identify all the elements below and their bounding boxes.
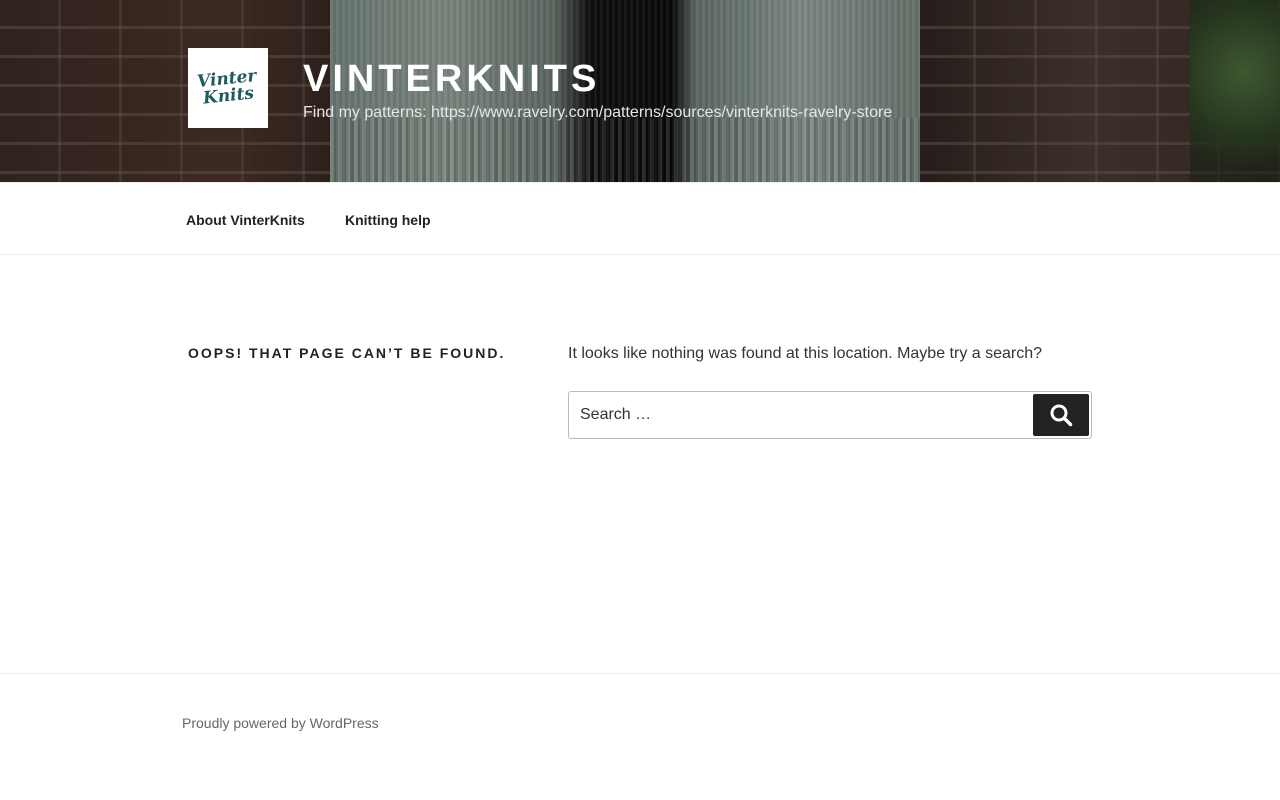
footer-credit-link[interactable]: Proudly powered by WordPress <box>182 714 379 732</box>
nav-item-about[interactable]: About VinterKnits <box>186 210 305 230</box>
site-header: Vinter Knits VINTERKNITS Find my pattern… <box>0 0 1280 182</box>
nav-item-knitting-help[interactable]: Knitting help <box>345 210 431 230</box>
page-title: OOPS! THAT PAGE CAN’T BE FOUND. <box>188 345 506 361</box>
not-found-message: It looks like nothing was found at this … <box>568 345 1043 362</box>
site-footer: Proudly powered by WordPress <box>0 673 1280 800</box>
main-navigation: About VinterKnits Knitting help <box>0 182 1280 255</box>
search-icon <box>1050 404 1073 427</box>
site-description: Find my patterns: https://www.ravelry.co… <box>303 104 893 121</box>
logo-line-2: Knits <box>202 83 256 109</box>
search-form <box>568 391 1092 439</box>
site-title[interactable]: VINTERKNITS <box>303 56 600 102</box>
logo-text: Vinter Knits <box>197 66 260 109</box>
site-logo[interactable]: Vinter Knits <box>188 48 268 128</box>
search-button[interactable] <box>1033 394 1089 436</box>
search-input[interactable] <box>569 392 1029 438</box>
